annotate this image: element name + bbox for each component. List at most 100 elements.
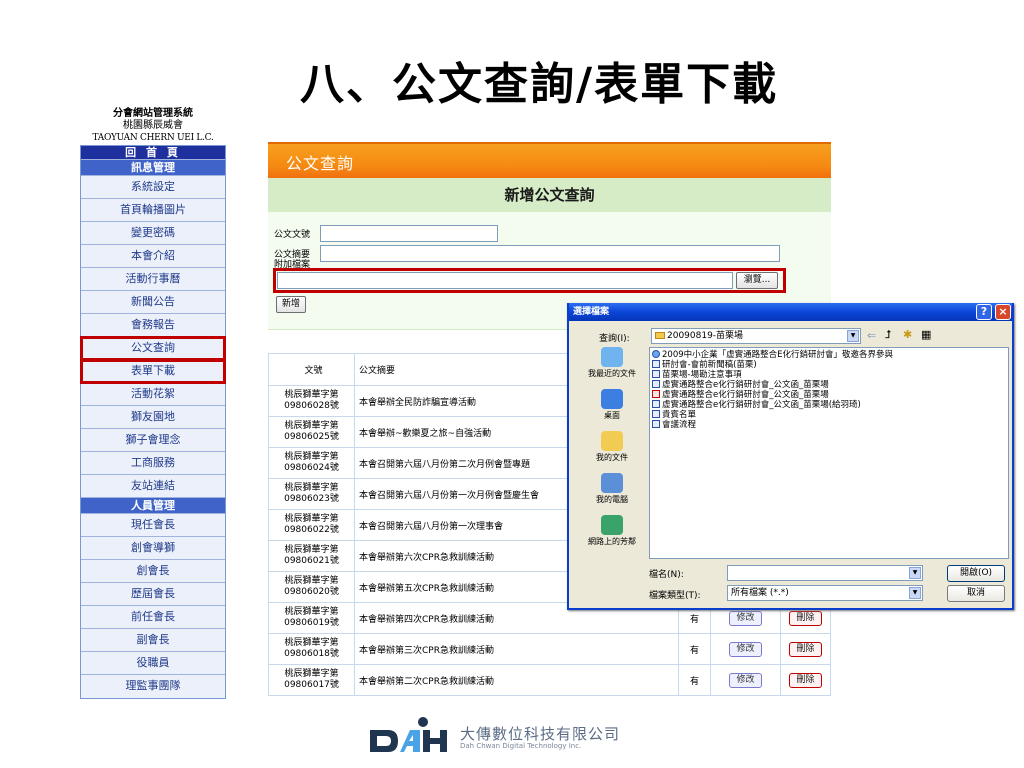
sidebar-item[interactable]: 前任會長 bbox=[81, 606, 225, 629]
file-name: 虛實通路整合e化行銷研討會_公文函_苗栗場 bbox=[662, 390, 829, 400]
sidebar-item[interactable]: 回 首 頁 bbox=[81, 146, 225, 160]
file-item[interactable]: 貴賓名單 bbox=[652, 410, 1006, 420]
sidebar-item[interactable]: 系統設定 bbox=[81, 176, 225, 199]
sidebar-item[interactable]: 本會介紹 bbox=[81, 245, 225, 268]
doc-number-value: 09806028號 bbox=[284, 401, 339, 411]
file-item[interactable]: 虛實通路整合e化行銷研討會_公文函_苗栗場(給羽琦) bbox=[652, 400, 1006, 410]
doc-number: 桃辰獅華字第 09806021號 bbox=[268, 540, 355, 572]
place-label: 我最近的文件 bbox=[588, 369, 636, 378]
help-button[interactable]: ? bbox=[976, 304, 992, 320]
sidebar-item[interactable]: 創會長 bbox=[81, 560, 225, 583]
slide-title: 八、公文查詢/表單下載 bbox=[300, 59, 779, 110]
delete-button[interactable]: 刪除 bbox=[789, 610, 822, 626]
file-list[interactable]: 2009中小企業「虛實通路整合E化行銷研討會」敬邀各界參與 研討會-會前新聞稿(苗… bbox=[649, 347, 1009, 559]
sidebar-item[interactable]: 活動行事曆 bbox=[81, 268, 225, 291]
file-item[interactable]: 苗栗場-場勘注意事項 bbox=[652, 370, 1006, 380]
doc-number-value: 09806022號 bbox=[284, 525, 339, 535]
doc-number: 桃辰獅華字第 09806025號 bbox=[268, 416, 355, 448]
doc-no-label: 公文文號 bbox=[274, 230, 311, 240]
sidebar-item[interactable]: 工商服務 bbox=[81, 452, 225, 475]
system-title: 分會網站管理系統 bbox=[113, 108, 193, 119]
file-name: 2009中小企業「虛實通路整合E化行銷研討會」敬邀各界參與 bbox=[662, 350, 894, 360]
edit-button[interactable]: 修改 bbox=[729, 641, 762, 657]
doc-summary: 本會舉辦第三次CPR急救訓練活動 bbox=[354, 633, 679, 665]
new-folder-icon[interactable]: ✱ bbox=[903, 328, 912, 341]
filename-input[interactable]: ▼ bbox=[727, 565, 923, 581]
cancel-button[interactable]: 取消 bbox=[947, 585, 1005, 602]
place-label: 我的文件 bbox=[596, 453, 628, 462]
doc-number-value: 09806019號 bbox=[284, 618, 339, 628]
folder-icon bbox=[655, 332, 665, 339]
sidebar-item[interactable]: 獅子會理念 bbox=[81, 429, 225, 452]
lookin-select[interactable]: 20090819-苗栗場 ▼ bbox=[651, 328, 861, 344]
close-button[interactable]: × bbox=[995, 304, 1011, 320]
sidebar-item[interactable]: 變更密碼 bbox=[81, 222, 225, 245]
doc-number-prefix: 桃辰獅華字第 bbox=[284, 638, 339, 648]
attachment-path-input[interactable] bbox=[277, 272, 733, 289]
back-icon[interactable]: ⇐ bbox=[867, 329, 876, 342]
doc-number-prefix: 桃辰獅華字第 bbox=[284, 576, 339, 586]
sidebar-item[interactable]: 獅友園地 bbox=[81, 406, 225, 429]
doc-number: 桃辰獅華字第 09806018號 bbox=[268, 633, 355, 665]
sidebar-item[interactable]: 歷屆會長 bbox=[81, 583, 225, 606]
doc-number-value: 09806020號 bbox=[284, 587, 339, 597]
place-my-computer[interactable]: 我的電腦 bbox=[577, 473, 647, 509]
file-item[interactable]: 會議流程 bbox=[652, 420, 1006, 430]
file-item[interactable]: 研討會-會前新聞稿(苗栗) bbox=[652, 360, 1006, 370]
up-folder-icon[interactable]: ⮥ bbox=[885, 328, 892, 342]
add-button[interactable]: 新增 bbox=[276, 296, 306, 313]
edit-cell: 修改 bbox=[710, 633, 781, 665]
sidebar-item[interactable]: 公文查詢 bbox=[80, 336, 226, 361]
place-label: 網路上的芳鄰 bbox=[588, 537, 636, 546]
sidebar-item[interactable]: 創會導獅 bbox=[81, 537, 225, 560]
sidebar-item[interactable]: 會務報告 bbox=[81, 314, 225, 337]
file-item[interactable]: 虛實通路整合e化行銷研討會_公文函_苗栗場 bbox=[652, 380, 1006, 390]
edit-button[interactable]: 修改 bbox=[729, 610, 762, 626]
attachment-flag: 有 bbox=[678, 633, 711, 665]
lookin-label: 查詢(I): bbox=[599, 334, 630, 344]
sidebar-item[interactable]: 活動花絮 bbox=[81, 383, 225, 406]
file-name: 研討會-會前新聞稿(苗栗) bbox=[662, 360, 757, 370]
my-documents-icon bbox=[601, 431, 623, 451]
edit-button[interactable]: 修改 bbox=[729, 672, 762, 688]
delete-button[interactable]: 刪除 bbox=[789, 641, 822, 657]
summary-label: 公文摘要 bbox=[274, 250, 311, 260]
doc-number: 桃辰獅華字第 09806019號 bbox=[268, 602, 355, 634]
lookin-value: 20090819-苗栗場 bbox=[667, 331, 744, 341]
dialog-title-bar: 選擇檔案 ? × bbox=[569, 303, 1012, 321]
company-name-en: Dah Chwan Digital Technology Inc. bbox=[460, 742, 582, 750]
place-desktop[interactable]: 桌面 bbox=[577, 389, 647, 425]
edit-cell: 修改 bbox=[710, 664, 781, 696]
doc-number: 桃辰獅華字第 09806017號 bbox=[268, 664, 355, 696]
file-name: 貴賓名單 bbox=[662, 410, 697, 420]
delete-button[interactable]: 刪除 bbox=[789, 672, 822, 688]
sidebar-section-header: 人員管理 bbox=[81, 498, 225, 514]
col-header-num: 文號 bbox=[268, 353, 355, 386]
place-label: 我的電腦 bbox=[596, 495, 628, 504]
sidebar-item[interactable]: 副會長 bbox=[81, 629, 225, 652]
view-menu-icon[interactable]: ▦ bbox=[921, 328, 931, 341]
sidebar-item[interactable]: 新聞公告 bbox=[81, 291, 225, 314]
doc-number-value: 09806025號 bbox=[284, 432, 339, 442]
summary-input[interactable] bbox=[320, 245, 780, 262]
file-item[interactable]: 虛實通路整合e化行銷研討會_公文函_苗栗場 bbox=[652, 390, 1006, 400]
sidebar-item[interactable]: 首頁輪播圖片 bbox=[81, 199, 225, 222]
doc-no-input[interactable] bbox=[320, 225, 498, 242]
place-recent-documents[interactable]: 我最近的文件 bbox=[577, 347, 647, 383]
sidebar-item[interactable]: 友站連結 bbox=[81, 475, 225, 498]
open-button[interactable]: 開啟(O) bbox=[947, 565, 1005, 582]
filetype-select[interactable]: 所有檔案 (*.*) ▼ bbox=[727, 585, 923, 601]
place-network-places[interactable]: 網路上的芳鄰 bbox=[577, 515, 647, 551]
place-label: 桌面 bbox=[604, 411, 620, 420]
sidebar-item[interactable]: 理監事團隊 bbox=[81, 675, 225, 698]
recent-documents-icon bbox=[601, 347, 623, 367]
file-name: 會議流程 bbox=[662, 420, 697, 430]
doc-number-prefix: 桃辰獅華字第 bbox=[284, 390, 339, 400]
company-name-cn: 大傳數位科技有限公司 bbox=[460, 725, 621, 743]
sidebar-item[interactable]: 表單下載 bbox=[80, 359, 226, 384]
sidebar-item[interactable]: 役職員 bbox=[81, 652, 225, 675]
place-my-documents[interactable]: 我的文件 bbox=[577, 431, 647, 467]
browse-button[interactable]: 瀏覽... bbox=[736, 272, 778, 289]
file-item[interactable]: 2009中小企業「虛實通路整合E化行銷研討會」敬邀各界參與 bbox=[652, 350, 1006, 360]
sidebar-item[interactable]: 現任會長 bbox=[81, 514, 225, 537]
